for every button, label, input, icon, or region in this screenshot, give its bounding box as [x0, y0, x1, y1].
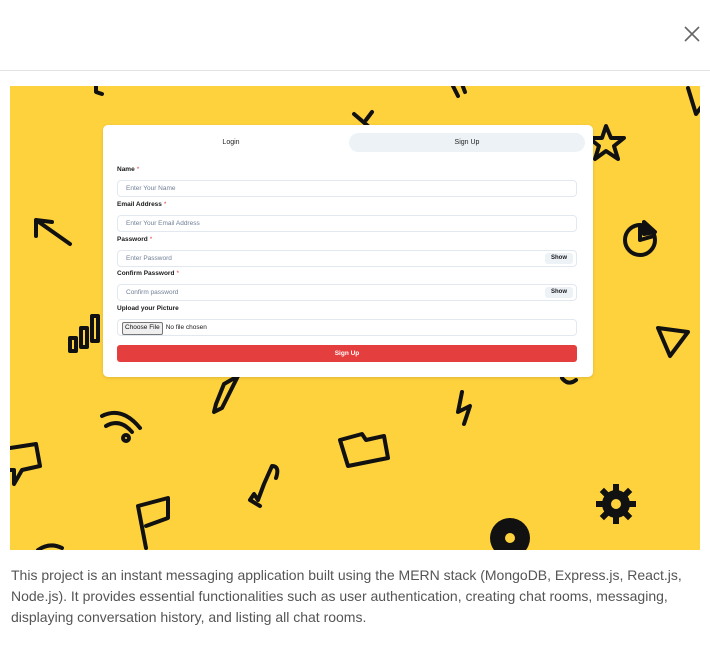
corner-bracket-icon — [686, 86, 700, 116]
required-marker: * — [163, 201, 167, 208]
picture-upload-field: Choose File No file chosen — [117, 319, 577, 336]
auth-tabs: Login Sign Up — [113, 133, 585, 152]
required-marker: * — [149, 236, 153, 243]
sign-up-button[interactable]: Sign Up — [117, 345, 577, 362]
name-label: Name * — [117, 166, 140, 173]
top-mark-icon — [450, 86, 467, 98]
confirm-password-label: Confirm Password * — [117, 270, 179, 277]
required-marker: * — [176, 270, 179, 277]
password-placeholder: Enter Password — [126, 255, 172, 262]
pie-chart-icon — [623, 220, 657, 257]
tab-sign-up[interactable]: Sign Up — [349, 133, 585, 152]
bar-chart-icon — [68, 314, 100, 353]
cross-mark-icon — [352, 110, 374, 128]
password-field[interactable]: Enter Password Show — [117, 250, 577, 267]
show-password-button[interactable]: Show — [545, 253, 573, 264]
triangle-icon — [656, 326, 690, 358]
project-description: This project is an instant messaging app… — [11, 567, 682, 625]
bottom-left-arc-icon — [36, 543, 64, 550]
confirm-password-field[interactable]: Confirm password Show — [117, 284, 577, 301]
header-divider — [0, 70, 710, 71]
show-confirm-password-button[interactable]: Show — [545, 287, 573, 298]
record-icon — [490, 518, 530, 550]
wrench-icon — [248, 464, 280, 508]
file-status: No file chosen — [165, 324, 207, 331]
wifi-icon — [100, 411, 142, 443]
required-marker: * — [136, 166, 140, 173]
flag-icon — [136, 496, 170, 550]
email-field[interactable]: Enter Your Email Address — [117, 215, 577, 232]
tab-login[interactable]: Login — [113, 133, 349, 152]
arrow-icon — [34, 218, 72, 246]
upload-picture-label: Upload your Picture — [117, 305, 179, 312]
pencil-icon — [212, 374, 240, 414]
top-squiggle-icon — [94, 86, 104, 96]
password-label: Password * — [117, 236, 153, 243]
email-label: Email Address * — [117, 201, 167, 208]
project-preview-image: Login Sign Up Name * Enter Your Name Emai… — [10, 86, 700, 550]
choose-file-button[interactable]: Choose File — [122, 322, 163, 335]
star-icon — [587, 124, 626, 161]
gear-icon — [596, 484, 636, 524]
loop-mark-icon — [560, 376, 578, 385]
signup-form-card: Login Sign Up Name * Enter Your Name Emai… — [103, 125, 593, 377]
name-field[interactable]: Enter Your Name — [117, 180, 577, 197]
folder-icon — [338, 432, 390, 468]
close-icon[interactable] — [680, 22, 704, 46]
lightning-icon — [456, 390, 472, 426]
speech-bubble-icon — [10, 442, 42, 486]
confirm-password-placeholder: Confirm password — [126, 289, 179, 296]
